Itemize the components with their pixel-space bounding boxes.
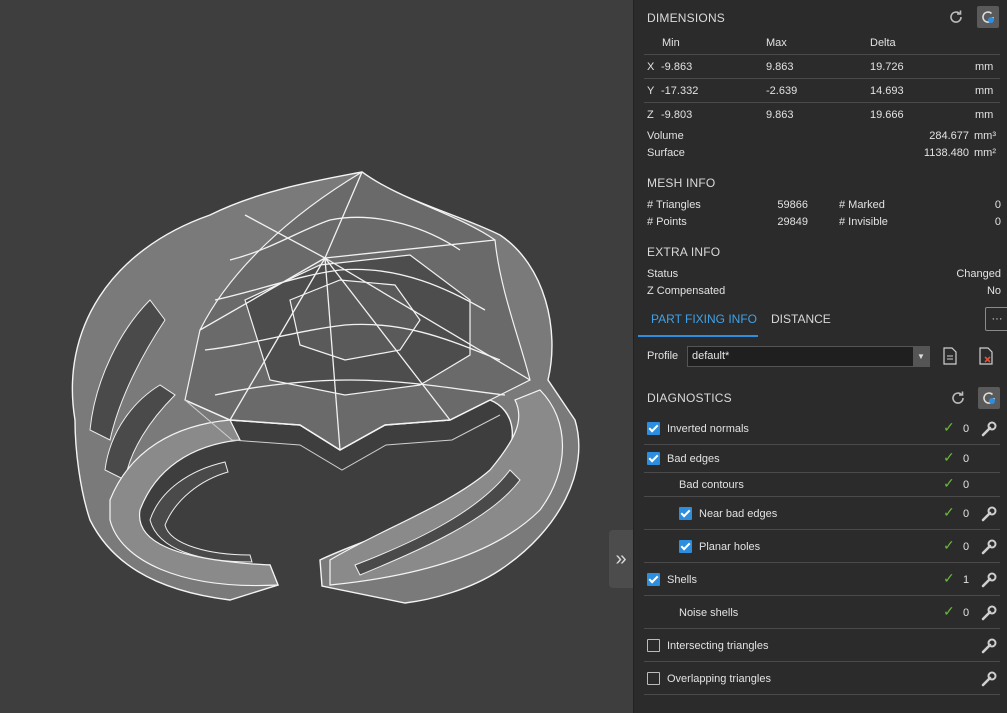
diag-label: Planar holes <box>699 541 761 553</box>
diag-count: 1 <box>963 574 970 586</box>
diag-label: Noise shells <box>679 607 739 619</box>
points-label: # Points <box>647 216 687 228</box>
ok-check-icon: ✓ <box>943 449 955 465</box>
z-delta: 19.666 <box>870 109 904 121</box>
diag-label: Bad contours <box>679 479 744 491</box>
ok-check-icon: ✓ <box>943 504 955 520</box>
profile-delete-icon[interactable] <box>978 347 996 365</box>
profile-selected-value: default* <box>692 350 730 362</box>
invisible-label: # Invisible <box>839 216 888 228</box>
mesh-info-title: MESH INFO <box>647 176 716 190</box>
tab-distance[interactable]: DISTANCE <box>771 312 831 326</box>
wrench-icon[interactable] <box>980 604 998 622</box>
invisible-value: 0 <box>994 216 1001 228</box>
axis-label: Z <box>647 109 654 121</box>
diagnostics-auto-update-icon[interactable] <box>978 387 1000 409</box>
ok-check-icon: ✓ <box>943 419 955 435</box>
diag-count: 0 <box>963 508 970 520</box>
volume-unit: mm³ <box>974 130 996 142</box>
axis-label: X <box>647 61 655 73</box>
x-delta: 19.726 <box>870 61 904 73</box>
diag-label: Overlapping triangles <box>667 673 771 685</box>
max-header: Max <box>766 37 787 49</box>
diagnostics-refresh-icon[interactable] <box>947 387 969 409</box>
diag-count: 0 <box>963 423 970 435</box>
dimensions-title: DIMENSIONS <box>647 11 726 25</box>
diag-label: Near bad edges <box>699 508 778 520</box>
inverted-normals-checkbox[interactable] <box>647 422 660 435</box>
volume-label: Volume <box>647 130 684 142</box>
diag-count: 0 <box>963 453 970 465</box>
refresh-icon[interactable] <box>945 6 967 28</box>
z-max: 9.863 <box>766 109 794 121</box>
surface-value: 1138.480 <box>923 147 969 159</box>
auto-update-icon[interactable] <box>977 6 999 28</box>
tab-part-fixing-info[interactable]: PART FIXING INFO <box>651 312 757 326</box>
z-unit: mm <box>975 109 994 121</box>
profile-label: Profile <box>647 350 679 362</box>
ring-model[interactable] <box>0 0 633 713</box>
triangles-label: # Triangles <box>647 199 701 211</box>
shells-checkbox[interactable] <box>647 573 660 586</box>
more-options-button[interactable]: ··· <box>985 307 1007 331</box>
active-tab-indicator <box>638 335 758 337</box>
ok-check-icon: ✓ <box>943 570 955 586</box>
ok-check-icon: ✓ <box>943 603 955 619</box>
volume-value: 284.677 <box>929 130 969 142</box>
diagnostics-title: DIAGNOSTICS <box>647 391 732 405</box>
near-bad-edges-checkbox[interactable] <box>679 507 692 520</box>
points-value: 29849 <box>777 216 808 228</box>
diag-label: Shells <box>667 574 697 586</box>
ok-check-icon: ✓ <box>943 537 955 553</box>
min-header: Min <box>662 37 680 49</box>
status-value: Changed <box>956 268 1001 280</box>
wrench-icon[interactable] <box>980 538 998 556</box>
delta-header: Delta <box>870 37 896 49</box>
collapse-panel-button[interactable]: » <box>609 530 633 588</box>
marked-label: # Marked <box>839 199 885 211</box>
y-delta: 14.693 <box>870 85 904 97</box>
diag-label: Bad edges <box>667 453 720 465</box>
axis-label: Y <box>647 85 655 97</box>
marked-value: 0 <box>994 199 1001 211</box>
z-compensated-label: Z Compensated <box>647 285 726 297</box>
y-unit: mm <box>975 85 994 97</box>
triangles-value: 59866 <box>777 199 808 211</box>
profile-document-icon[interactable] <box>942 347 960 365</box>
wrench-icon[interactable] <box>980 670 998 688</box>
diag-label: Inverted normals <box>667 423 749 435</box>
3d-viewport[interactable] <box>0 0 633 713</box>
ok-check-icon: ✓ <box>943 475 955 491</box>
overlapping-triangles-checkbox[interactable] <box>647 672 660 685</box>
properties-panel: DIMENSIONS Min Max Delta X -9.863 9.863 … <box>633 0 1007 713</box>
y-min: -17.332 <box>661 85 699 97</box>
diag-count: 0 <box>963 479 970 491</box>
intersecting-triangles-checkbox[interactable] <box>647 639 660 652</box>
wrench-icon[interactable] <box>980 420 998 438</box>
info-tabs: PART FIXING INFO DISTANCE <box>638 306 1003 337</box>
status-label: Status <box>647 268 679 280</box>
profile-select[interactable]: default* ▼ <box>687 346 930 367</box>
diag-count: 0 <box>963 607 970 619</box>
surface-label: Surface <box>647 147 685 159</box>
wrench-icon[interactable] <box>980 571 998 589</box>
wrench-icon[interactable] <box>980 637 998 655</box>
surface-unit: mm² <box>974 147 996 159</box>
chevron-down-icon[interactable]: ▼ <box>913 347 929 366</box>
y-max: -2.639 <box>766 85 798 97</box>
z-compensated-value: No <box>986 285 1001 297</box>
x-unit: mm <box>975 61 994 73</box>
wrench-icon[interactable] <box>980 505 998 523</box>
diag-label: Intersecting triangles <box>667 640 769 652</box>
bad-edges-checkbox[interactable] <box>647 452 660 465</box>
z-min: -9.803 <box>661 109 693 121</box>
diag-count: 0 <box>963 541 970 553</box>
x-max: 9.863 <box>766 61 794 73</box>
extra-info-title: EXTRA INFO <box>647 245 721 259</box>
x-min: -9.863 <box>661 61 693 73</box>
planar-holes-checkbox[interactable] <box>679 540 692 553</box>
